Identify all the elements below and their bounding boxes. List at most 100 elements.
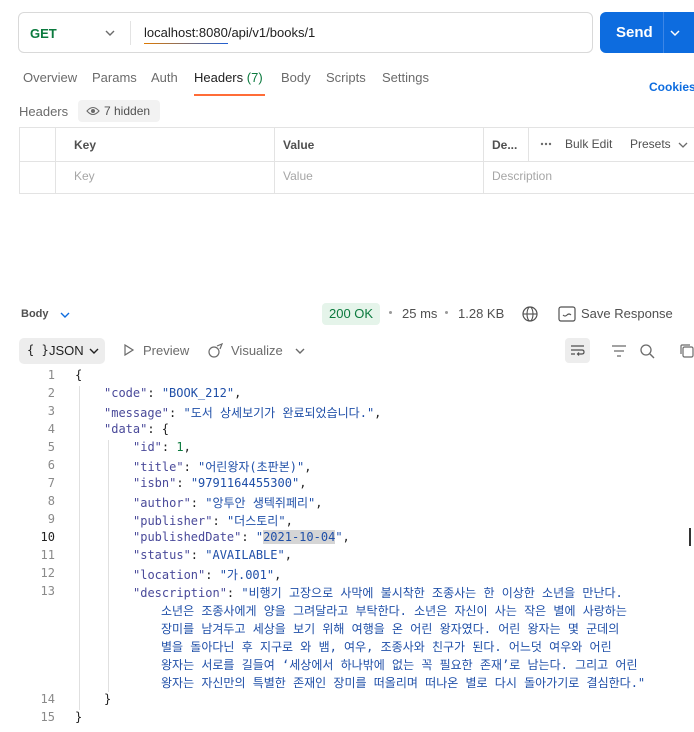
line-number: 11 <box>40 548 55 562</box>
code-text: } <box>75 710 82 724</box>
line-number: 2 <box>47 386 55 400</box>
column-header-description: De... <box>492 138 518 152</box>
response-body-editor[interactable]: 1 { 2 "code": "BOOK_212", 3 "message": "… <box>0 368 694 732</box>
json-value: "가.001" <box>219 568 275 582</box>
json-value: "AVAILABLE" <box>205 548 285 562</box>
more-icon[interactable] <box>540 142 552 146</box>
description-input[interactable]: Description <box>492 169 552 183</box>
json-value: "도서 상세보기가 완료되었습니다." <box>183 406 375 420</box>
line-number: 6 <box>47 458 55 472</box>
tab-headers[interactable]: Headers (7) <box>194 70 263 85</box>
code-text: "data": { <box>104 422 170 436</box>
url-bar: GET localhost:8080/api/v1/books/1 <box>18 12 593 53</box>
line-number: 12 <box>40 566 55 580</box>
key-input[interactable]: Key <box>74 169 95 183</box>
json-value: "어린왕자(초판본)" <box>198 460 305 474</box>
code-line-wrapped: 왕자는 서로를 길들여 ‘세상에서 하나밖에 없는 꼭 필요한 존재’로 남는다… <box>0 656 694 674</box>
code-line: 10 "publishedDate": "2021-10-04", <box>0 530 694 548</box>
tab-body[interactable]: Body <box>281 70 311 85</box>
chevron-down-icon[interactable] <box>668 26 682 40</box>
json-key: "location" <box>133 568 206 582</box>
response-bar: Body 200 OK 25 ms 1.28 KB Save Response <box>0 300 694 330</box>
json-key: "status" <box>133 548 191 562</box>
code-text: "isbn": "9791164455300", <box>133 476 307 490</box>
bulk-edit-button[interactable]: Bulk Edit <box>565 137 612 151</box>
response-body-label[interactable]: Body <box>21 308 49 320</box>
column-divider <box>55 128 56 194</box>
url-highlight <box>144 43 228 44</box>
response-size[interactable]: 1.28 KB <box>458 306 504 321</box>
wrap-icon <box>571 345 585 356</box>
filter-icon[interactable] <box>611 343 627 359</box>
status-badge[interactable]: 200 OK <box>322 303 381 325</box>
globe-icon[interactable] <box>521 305 539 323</box>
line-number: 3 <box>47 404 55 418</box>
visualize-button[interactable]: Visualize <box>231 343 283 358</box>
code-line-wrapped: 소년은 조종사에게 양을 그려달라고 부탁한다. 소년은 자신이 사는 작은 별… <box>0 602 694 620</box>
code-text: "status": "AVAILABLE", <box>133 548 292 562</box>
visualize-icon <box>208 342 224 358</box>
cookies-link[interactable]: Cookies <box>649 80 694 94</box>
code-line: 13 "description": "비행기 고장으로 사막에 불시착한 조종사… <box>0 584 694 602</box>
url-input[interactable]: localhost:8080/api/v1/books/1 <box>144 25 315 40</box>
format-select[interactable]: { } JSON <box>19 338 105 364</box>
request-tabs: Overview Params Auth Headers (7) Body Sc… <box>0 70 694 96</box>
json-value: "더스토리" <box>226 514 286 528</box>
column-divider <box>528 128 529 161</box>
active-tab-indicator <box>194 94 265 96</box>
json-value-continued: 별을 돌아다닌 후 지구로 와 뱀, 여우, 조종사와 친구가 된다. 어느덧 … <box>161 640 612 654</box>
presets-button[interactable]: Presets <box>630 137 689 151</box>
json-key: "description" <box>133 586 227 600</box>
json-value: "앙투안 생텍쥐페리" <box>205 496 316 510</box>
json-value-continued: 장미를 남겨두고 세상을 보기 위해 여행을 온 어린 왕자였다. 어린 왕자는… <box>161 622 620 636</box>
code-text: "description": "비행기 고장으로 사막에 불시착한 조종사는 한… <box>133 586 623 600</box>
send-button[interactable]: Send <box>600 12 694 53</box>
json-key: "publishedDate" <box>133 530 242 544</box>
code-line: 12 "location": "가.001", <box>0 566 694 584</box>
json-value: "BOOK_212" <box>161 386 235 400</box>
text-cursor <box>689 528 691 546</box>
send-label: Send <box>616 24 653 41</box>
json-key: "publisher" <box>133 514 213 528</box>
format-label: JSON <box>49 343 84 358</box>
code-line: 4 "data": { <box>0 422 694 440</box>
json-value: 1 <box>176 440 184 454</box>
chevron-down-icon[interactable] <box>103 26 117 40</box>
tab-params[interactable]: Params <box>92 70 137 85</box>
code-text: { <box>75 368 82 382</box>
json-value-continued: 왕자는 자신만의 특별한 존재인 장미를 떠올리며 떠나온 별로 다시 돌아가기… <box>161 676 646 690</box>
code-line: 15 } <box>0 710 694 728</box>
search-icon[interactable] <box>639 343 655 359</box>
line-number: 7 <box>47 476 55 490</box>
method-select[interactable]: GET <box>30 26 57 41</box>
hidden-headers-toggle[interactable]: 7 hidden <box>78 100 160 122</box>
separator-dot <box>445 311 448 314</box>
line-number: 10 <box>40 530 55 544</box>
tab-auth[interactable]: Auth <box>151 70 178 85</box>
preview-button[interactable]: Preview <box>143 343 189 358</box>
save-icon <box>558 306 576 322</box>
divider <box>663 12 664 53</box>
json-key: "isbn" <box>133 476 177 490</box>
copy-icon[interactable] <box>679 343 694 359</box>
wrap-lines-button[interactable] <box>565 338 590 363</box>
response-time[interactable]: 25 ms <box>402 306 437 321</box>
code-line-wrapped: 왕자는 자신만의 특별한 존재인 장미를 떠올리며 떠나온 별로 다시 돌아가기… <box>0 674 694 692</box>
chevron-down-icon[interactable] <box>293 344 307 358</box>
value-input[interactable]: Value <box>283 169 313 183</box>
save-response-button[interactable]: Save Response <box>581 306 673 321</box>
hidden-count: 7 hidden <box>104 104 151 118</box>
tab-settings[interactable]: Settings <box>382 70 429 85</box>
json-value-continued: 소년은 조종사에게 양을 그려달라고 부탁한다. 소년은 자신이 사는 작은 별… <box>161 604 627 618</box>
chevron-down-icon[interactable] <box>58 308 72 322</box>
json-key: "data" <box>104 422 148 436</box>
code-text: "message": "도서 상세보기가 완료되었습니다.", <box>104 406 382 420</box>
play-icon <box>124 344 135 356</box>
code-text: "code": "BOOK_212", <box>104 386 242 400</box>
tab-scripts[interactable]: Scripts <box>326 70 366 85</box>
headers-title: Headers <box>19 104 69 119</box>
code-text: "id": 1, <box>133 440 191 454</box>
tab-overview[interactable]: Overview <box>23 70 77 85</box>
code-line: 6 "title": "어린왕자(초판본)", <box>0 458 694 476</box>
divider <box>130 21 131 45</box>
